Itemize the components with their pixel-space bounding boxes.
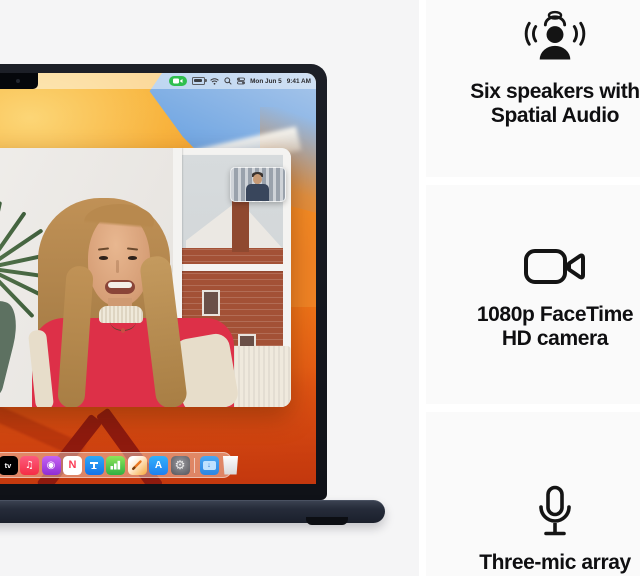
pages-pen-glyph (131, 459, 143, 471)
woman-hairline (84, 204, 154, 240)
vertical-divider (419, 0, 426, 576)
dock-icon-app-store[interactable]: A (149, 456, 168, 475)
app-store-glyph: A (155, 460, 162, 471)
feature-section-speakers: Six speakers with Spatial Audio (426, 6, 640, 128)
three-mic-icon (536, 485, 574, 541)
house-window-1 (202, 290, 220, 316)
dock-icon-tv[interactable]: tv (0, 456, 18, 475)
dock-icon-music[interactable]: ♫ (20, 456, 39, 475)
news-glyph: N (69, 459, 77, 471)
spatial-audio-icon (522, 6, 588, 68)
wifi-icon[interactable] (210, 78, 219, 85)
menu-bar-date[interactable]: Mon Jun 5 (250, 78, 282, 85)
dock-icon-keynote[interactable] (85, 456, 104, 475)
dock-icon-podcasts[interactable]: ◉ (42, 456, 61, 475)
feature-section-mic: Three-mic array (426, 485, 640, 575)
window-sash-top (173, 148, 291, 154)
search-icon[interactable] (224, 77, 232, 85)
feature-line: HD camera (426, 327, 640, 351)
tv-glyph: tv (5, 461, 12, 470)
webcam-dot (16, 79, 20, 83)
plant-big-leaf (0, 296, 23, 399)
woman-pendant (121, 328, 125, 333)
camera-notch (0, 73, 38, 89)
dock: tv ♫ ◉ N (0, 452, 232, 478)
feature-text-camera: 1080p FaceTime HD camera (426, 303, 640, 351)
pip-man-shirt (246, 184, 269, 201)
horizontal-divider-2 (419, 404, 640, 412)
podcasts-glyph: ◉ (47, 460, 56, 471)
feature-line: Six speakers with (426, 80, 640, 104)
woman-eye-left (99, 256, 108, 260)
dock-icon-settings[interactable]: ⚙ (171, 456, 190, 475)
feature-line: Three-mic array (426, 551, 640, 575)
dock-separator (194, 458, 195, 473)
woman-teeth (108, 282, 132, 288)
horizontal-divider-1 (419, 177, 640, 185)
facetime-camera-icon (523, 243, 587, 289)
keynote-podium-glyph (89, 460, 99, 470)
macbook-display: Mon Jun 5 9:41 AM (0, 73, 316, 484)
dock-icon-news[interactable]: N (63, 456, 82, 475)
marketing-image: Mon Jun 5 9:41 AM (0, 0, 640, 576)
pip-man-face (253, 174, 262, 184)
dock-icon-downloads[interactable]: ↓ (200, 456, 219, 475)
woman-eye-right (128, 256, 137, 260)
facetime-pip-self-view[interactable] (230, 167, 286, 202)
facetime-window[interactable] (0, 148, 291, 407)
menu-bar-time[interactable]: 9:41 AM (287, 78, 311, 85)
numbers-bars-glyph (110, 460, 121, 470)
feature-line: 1080p FaceTime (426, 303, 640, 327)
video-indicator-icon[interactable] (169, 76, 187, 86)
download-arrow-glyph: ↓ (207, 462, 211, 469)
feature-text-speakers: Six speakers with Spatial Audio (426, 80, 640, 128)
dock-icon-pages[interactable] (128, 456, 147, 475)
menu-bar-status-cluster: Mon Jun 5 9:41 AM (169, 73, 311, 89)
feature-line: Spatial Audio (426, 104, 640, 128)
woman-nose (116, 260, 119, 273)
camera-glyph (173, 78, 183, 84)
menu-bar: Mon Jun 5 9:41 AM (0, 73, 316, 89)
dock-icon-numbers[interactable] (106, 456, 125, 475)
battery-icon[interactable] (192, 77, 205, 85)
woman-smile (105, 280, 135, 294)
feature-text-mic: Three-mic array (426, 551, 640, 575)
gear-icon: ⚙ (175, 458, 186, 472)
macbook-base-foot (306, 517, 348, 525)
feature-section-camera: 1080p FaceTime HD camera (426, 243, 640, 351)
window-sash-horizontal (173, 264, 291, 271)
music-note-glyph: ♫ (25, 460, 34, 471)
control-center-icon[interactable] (237, 77, 245, 85)
